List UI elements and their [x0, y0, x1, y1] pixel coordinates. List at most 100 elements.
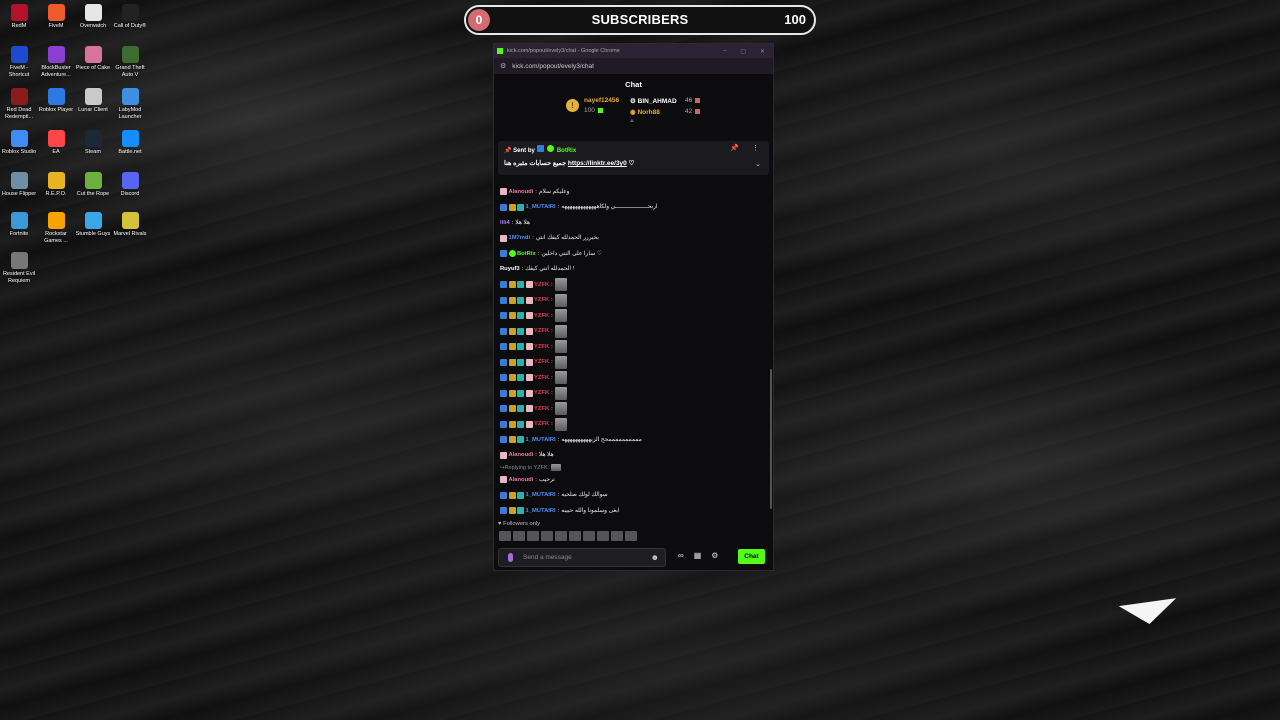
- kick-mod-icon[interactable]: ▦: [694, 551, 702, 560]
- emote-slot[interactable]: [527, 531, 539, 541]
- desktop-icon-gta[interactable]: Grand Theft Auto V: [111, 46, 149, 78]
- desktop-icon-label: BlockBuster Adventure...: [41, 65, 71, 78]
- unpin-icon[interactable]: 📌: [730, 144, 739, 152]
- chat-username[interactable]: 1_MUTAIRI: [526, 437, 556, 443]
- chevron-down-icon[interactable]: ⌄: [755, 160, 761, 168]
- send-chat-button[interactable]: Chat: [738, 549, 765, 564]
- desktop-icon-rdr[interactable]: Red Dead Redempti...: [0, 88, 38, 120]
- settings-gear-icon[interactable]: ⚙: [711, 551, 718, 560]
- collapse-leaderboard-icon[interactable]: ⩡: [630, 118, 634, 126]
- emote-slot[interactable]: [513, 531, 525, 541]
- desktop-icon-discord[interactable]: Discord: [111, 172, 149, 198]
- chat-username[interactable]: lili4: [500, 220, 510, 226]
- chat-username[interactable]: YZFK: [534, 359, 549, 365]
- user-badge-icon: [500, 188, 507, 196]
- desktop-icon-cod[interactable]: Call of Duty®: [111, 4, 149, 30]
- user-badge-icon: [525, 420, 533, 428]
- more-options-icon[interactable]: ⋮: [752, 144, 759, 152]
- chat-username[interactable]: Alanoudi: [509, 452, 534, 458]
- desktop-icon-repo[interactable]: R.E.P.O.: [37, 172, 75, 198]
- desktop-icon-label: Grand Theft Auto V: [115, 65, 145, 78]
- emote-slot[interactable]: [625, 531, 637, 541]
- desktop-icon-label: Cut the Rope: [76, 191, 110, 197]
- chat-username[interactable]: YZFK: [534, 390, 549, 396]
- chat-username[interactable]: YZFK: [534, 328, 549, 334]
- desktop-icon-resident-evil[interactable]: Resident Evil Requiem: [0, 252, 38, 284]
- desktop-icon-rockstar[interactable]: Rockstar Games ...: [37, 212, 75, 244]
- desktop-icon-blockbuster[interactable]: BlockBuster Adventure...: [37, 46, 75, 78]
- microphone-icon[interactable]: [508, 553, 513, 562]
- emote-slot[interactable]: [597, 531, 609, 541]
- desktop-icon-labymod[interactable]: LabyMod Launcher: [111, 88, 149, 120]
- chat-message: 1_MUTAIRI: سوالك لولك صلحيه: [500, 488, 764, 504]
- chat-message-text: سوالك لولك صلحيه: [561, 492, 608, 499]
- pinned-message[interactable]: 📌 Sent by BotRix جميع حسابات مثبره هنا h…: [498, 141, 769, 175]
- chat-username[interactable]: YZFK: [534, 344, 549, 350]
- desktop-icon-fivem-shortcut[interactable]: FiveM - Shortcut: [0, 46, 38, 78]
- chat-username[interactable]: BotRix: [517, 251, 536, 257]
- leader-second-name[interactable]: ⚙ BIN_AHMAD: [630, 97, 677, 105]
- desktop-icon-stumble-guys[interactable]: Stumble Guys: [74, 212, 112, 238]
- chat-username[interactable]: YZFK: [534, 406, 549, 412]
- desktop-icon-lunar[interactable]: Lunar Client: [74, 88, 112, 114]
- chat-username[interactable]: YZFK: [534, 421, 549, 427]
- user-badge-icon: [508, 389, 516, 397]
- chat-username[interactable]: 1M7mdi: [509, 235, 531, 241]
- separator: :: [551, 374, 553, 381]
- chat-username[interactable]: Alanoudi: [509, 189, 534, 195]
- site-info-icon[interactable]: ⚙: [500, 62, 506, 70]
- desktop-icon-piece-of-cake[interactable]: Piece of Cake: [74, 46, 112, 72]
- chat-username[interactable]: 1_MUTAIRI: [526, 492, 556, 498]
- leader-third-name[interactable]: ◉ Norh88: [630, 108, 660, 116]
- gift-icon: [695, 108, 701, 114]
- commands-icon[interactable]: ∞: [678, 551, 684, 560]
- emote-slot[interactable]: [541, 531, 553, 541]
- chat-username[interactable]: YZFK: [534, 313, 549, 319]
- desktop-icon-fortnite[interactable]: Fortnite: [0, 212, 38, 238]
- user-badge-icon: [500, 296, 507, 304]
- reply-indicator[interactable]: ↪ Replying to YZFK:: [500, 463, 764, 472]
- user-badge-icon: [517, 507, 524, 515]
- chat-username[interactable]: YZFK: [534, 282, 549, 288]
- desktop-icon-cut-the-rope[interactable]: Cut the Rope: [74, 172, 112, 198]
- emoji-picker-icon[interactable]: ☻: [651, 549, 659, 566]
- chat-username[interactable]: 1_MUTAIRI: [526, 508, 556, 514]
- chat-username[interactable]: YZFK: [534, 375, 549, 381]
- chat-scrollbar[interactable]: [770, 369, 772, 509]
- desktop-icon-fivem[interactable]: FiveM: [37, 4, 75, 30]
- desktop-icon-redm[interactable]: RedM: [0, 4, 38, 30]
- chat-username[interactable]: YZFK: [534, 297, 549, 303]
- desktop-icon-roblox[interactable]: Roblox Player: [37, 88, 75, 114]
- fivem-icon: [47, 4, 65, 21]
- pinned-bot-name[interactable]: BotRix: [557, 148, 576, 154]
- desktop-icon-house-flipper[interactable]: House Flipper: [0, 172, 38, 198]
- user-badge-icon: [500, 491, 507, 499]
- emote-slot[interactable]: [583, 531, 595, 541]
- desktop-icon-marvel-rivals[interactable]: Marvel Rivals: [111, 212, 149, 238]
- desktop-icon-battlenet[interactable]: Battle.net: [111, 130, 149, 156]
- emote-slot[interactable]: [611, 531, 623, 541]
- emote-slot[interactable]: [555, 531, 567, 541]
- desktop-icon-label: Steam: [85, 149, 101, 155]
- emote-slot[interactable]: [569, 531, 581, 541]
- separator: :: [551, 328, 553, 335]
- leader-first-name[interactable]: nayef12456: [584, 97, 619, 104]
- address-bar[interactable]: ⚙ kick.com/popout/evely3/chat: [494, 58, 773, 74]
- desktop-icon-ea[interactable]: EA: [37, 130, 75, 156]
- chat-username[interactable]: Ruyuf3: [500, 266, 520, 272]
- desktop-icon-steam[interactable]: Steam: [74, 130, 112, 156]
- desktop-icon-overwatch[interactable]: Overwatch: [74, 4, 112, 30]
- window-titlebar[interactable]: kick.com/popout/evely3/chat - Google Chr…: [494, 44, 773, 58]
- message-input[interactable]: Send a message ☻: [498, 548, 666, 567]
- minimize-icon[interactable]: –: [723, 48, 726, 55]
- emote-slot[interactable]: [499, 531, 511, 541]
- pinned-link[interactable]: https://linktr.ee/3y0: [568, 160, 627, 167]
- close-icon[interactable]: ✕: [760, 48, 765, 55]
- overwatch-icon: [84, 4, 102, 21]
- chat-username[interactable]: Alanoudi: [509, 477, 534, 483]
- maximize-icon[interactable]: ▢: [740, 48, 746, 55]
- desktop-icon-roblox-studio[interactable]: Roblox Studio: [0, 130, 38, 156]
- separator: :: [535, 188, 537, 195]
- kick-favicon-icon: [497, 48, 503, 54]
- chat-username[interactable]: 1_MUTAIRI: [526, 204, 556, 210]
